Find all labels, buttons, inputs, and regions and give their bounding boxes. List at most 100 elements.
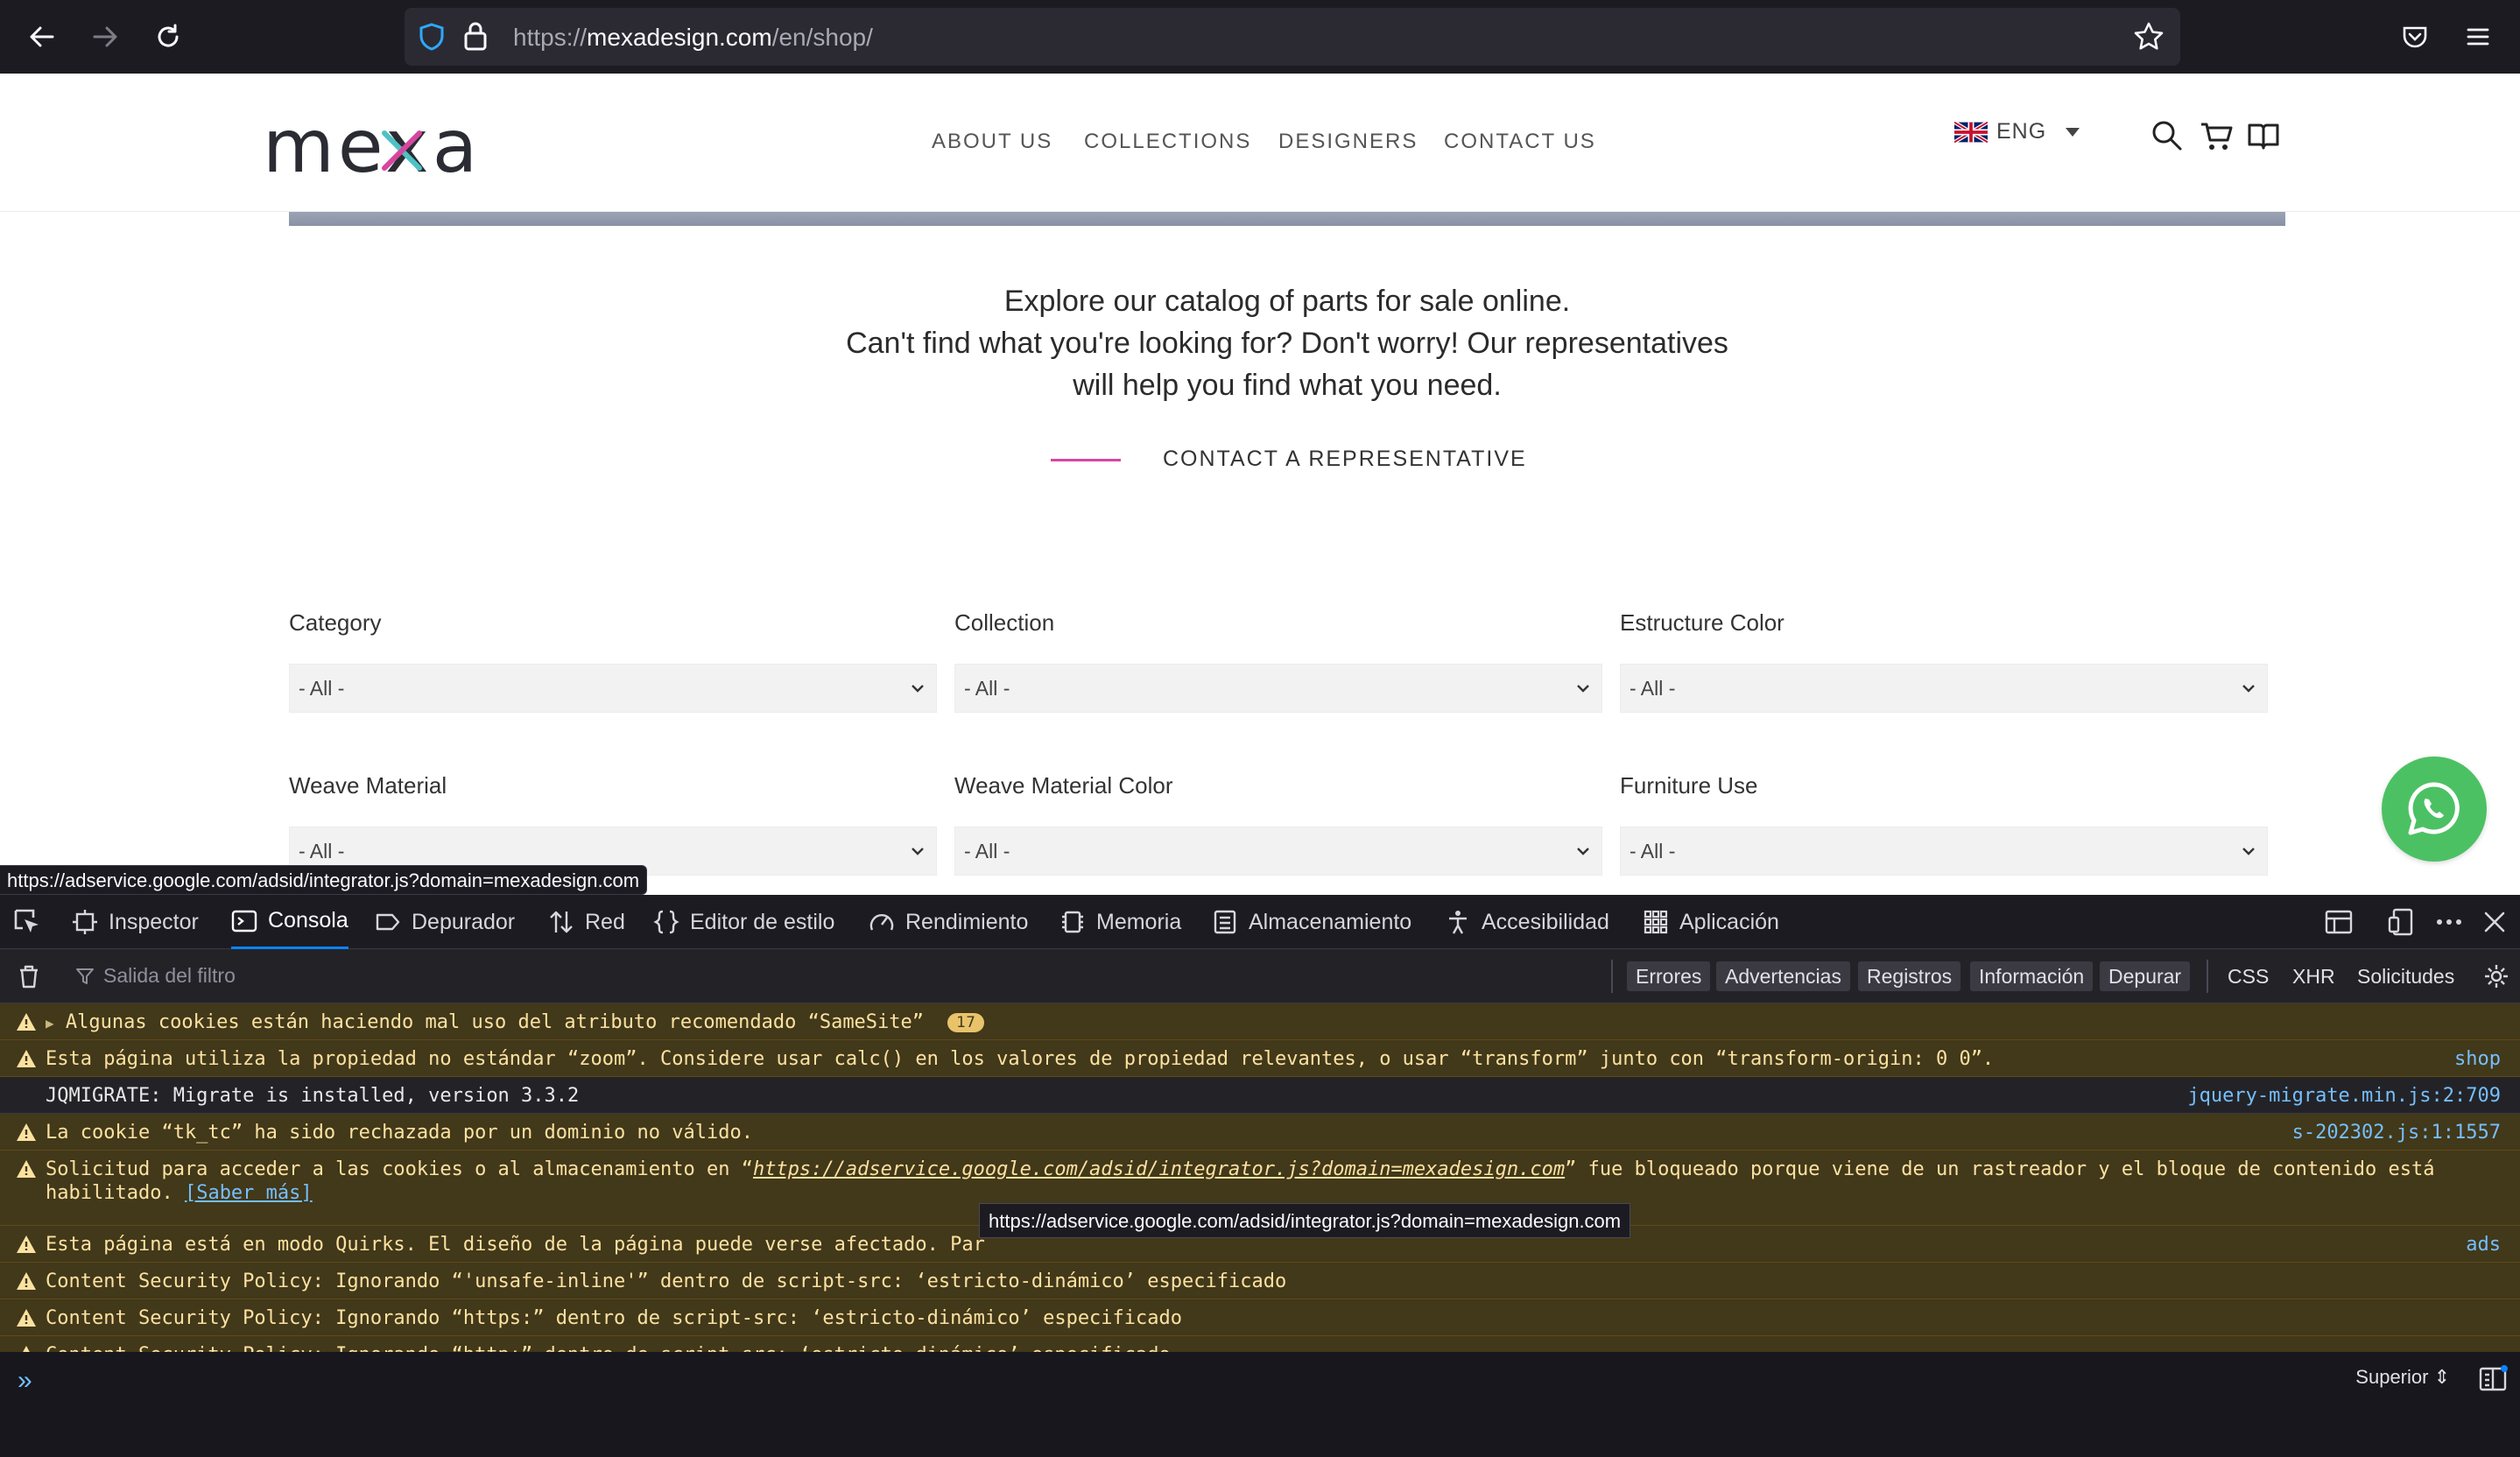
- message-text: Esta página está en modo Quirks. El dise…: [46, 1234, 985, 1256]
- contact-representative-link[interactable]: CONTACT A REPRESENTATIVE: [1163, 447, 1527, 472]
- message-content: Solicitud para acceder a las cookies o a…: [46, 1158, 753, 1180]
- search-icon[interactable]: [2150, 119, 2184, 152]
- console-message[interactable]: Esta página utiliza la propiedad no está…: [0, 1040, 2520, 1077]
- reload-icon[interactable]: [149, 18, 187, 56]
- tab-application[interactable]: Aplicación: [1643, 895, 1779, 949]
- message-text-line2: habilitado. [Saber más]: [46, 1182, 313, 1204]
- level-errors[interactable]: Errores: [1627, 961, 1711, 991]
- chevron-down-icon: [1577, 685, 1589, 693]
- message-source-link[interactable]: jquery-migrate.min.js:2:709: [2187, 1085, 2501, 1107]
- message-content: ” fue bloqueado porque viene de un rastr…: [1565, 1158, 2435, 1180]
- divider: [1611, 960, 1613, 993]
- console-message[interactable]: Content Security Policy: Ignorando “'uns…: [0, 1263, 2520, 1299]
- settings-gear-icon[interactable]: [2483, 963, 2509, 989]
- weave-material-color-select[interactable]: - All -: [954, 827, 1602, 876]
- pocket-icon[interactable]: [2396, 18, 2434, 56]
- chevron-down-icon: [912, 685, 924, 693]
- lock-icon[interactable]: [462, 20, 489, 52]
- console-message[interactable]: ▶ Algunas cookies están haciendo mal uso…: [0, 1003, 2520, 1040]
- intro-text: Explore our catalog of parts for sale on…: [613, 280, 1961, 406]
- console-message[interactable]: JQMIGRATE: Migrate is installed, version…: [0, 1077, 2520, 1114]
- menu-icon[interactable]: [2459, 18, 2497, 56]
- trash-icon[interactable]: [16, 963, 42, 989]
- warning-icon: [17, 1050, 36, 1067]
- cart-icon[interactable]: [2200, 119, 2233, 152]
- url-text[interactable]: https://mexadesign.com/en/shop/: [513, 24, 873, 52]
- performance-icon: [869, 914, 894, 931]
- tab-performance[interactable]: Rendimiento: [869, 895, 1028, 949]
- message-source-link[interactable]: shop: [2454, 1048, 2501, 1070]
- message-source-link[interactable]: s-202302.js:1:1557: [2292, 1122, 2501, 1144]
- nav-designers[interactable]: DESIGNERS: [1278, 130, 1418, 154]
- message-source-link[interactable]: ads: [2466, 1234, 2501, 1256]
- tab-network[interactable]: Red: [548, 895, 625, 949]
- chevron-down-icon: [2242, 848, 2255, 855]
- filter-label: Weave Material Color: [954, 772, 1173, 799]
- level-info[interactable]: Información: [1970, 961, 2094, 991]
- filter-xhr[interactable]: XHR: [2292, 961, 2335, 991]
- language-selector[interactable]: ENG: [1954, 119, 2081, 144]
- tab-label: Almacenamiento: [1249, 909, 1412, 934]
- console-message[interactable]: La cookie “tk_tc” ha sido rechazada por …: [0, 1114, 2520, 1151]
- back-icon[interactable]: [23, 18, 61, 56]
- filter-label: Furniture Use: [1620, 772, 1758, 799]
- console-icon: [231, 910, 257, 932]
- filter-css[interactable]: CSS: [2228, 961, 2269, 991]
- logo-x-accent-icon: [382, 130, 422, 171]
- level-logs[interactable]: Registros: [1858, 961, 1961, 991]
- tab-accessibility[interactable]: Accesibilidad: [1445, 895, 1609, 949]
- status-link-url: https://adservice.google.com/adsid/integ…: [0, 865, 648, 895]
- furniture-use-select[interactable]: - All -: [1620, 827, 2268, 876]
- console-filter-input[interactable]: Salida del filtro: [75, 964, 236, 988]
- editor-mode-icon[interactable]: [2478, 1364, 2508, 1394]
- select-value: - All -: [299, 840, 345, 862]
- forward-icon[interactable]: [86, 18, 124, 56]
- url-bar[interactable]: https://mexadesign.com/en/shop/: [405, 8, 2180, 66]
- tab-label: Memoria: [1096, 909, 1182, 934]
- console-input[interactable]: » Superior ⇕: [0, 1352, 2520, 1457]
- tab-style-editor[interactable]: Editor de estilo: [653, 895, 834, 949]
- warning-icon: [17, 1309, 36, 1327]
- message-content: habilitado.: [46, 1182, 173, 1204]
- tab-memory[interactable]: Memoria: [1059, 895, 1181, 949]
- tab-console[interactable]: Consola: [231, 895, 348, 949]
- collection-select[interactable]: - All -: [954, 664, 1602, 713]
- element-picker-icon[interactable]: [12, 907, 42, 937]
- level-warnings[interactable]: Advertencias: [1716, 961, 1850, 991]
- blocked-url-link[interactable]: https://adservice.google.com/adsid/integ…: [753, 1158, 1565, 1180]
- split-console-icon[interactable]: [2324, 907, 2354, 937]
- filter-requests[interactable]: Solicitudes: [2357, 961, 2454, 991]
- bookmark-star-icon[interactable]: [2133, 21, 2165, 53]
- nav-contact-us[interactable]: CONTACT US: [1444, 130, 1596, 154]
- warning-icon: [17, 1160, 36, 1178]
- message-text: Content Security Policy: Ignorando “'uns…: [46, 1270, 1287, 1292]
- nav-collections[interactable]: COLLECTIONS: [1084, 130, 1251, 154]
- nav-about-us[interactable]: ABOUT US: [932, 130, 1052, 154]
- tracking-protection-icon[interactable]: [417, 22, 447, 52]
- responsive-design-icon[interactable]: [2387, 907, 2417, 937]
- more-options-icon[interactable]: [2434, 907, 2464, 937]
- tab-debugger[interactable]: Depurador: [375, 895, 515, 949]
- tab-inspector[interactable]: Inspector: [72, 895, 199, 949]
- whatsapp-button[interactable]: [2382, 757, 2487, 862]
- level-debug[interactable]: Depurar: [2100, 961, 2191, 991]
- catalog-book-icon[interactable]: [2247, 119, 2280, 152]
- uk-flag-icon: [1954, 121, 1988, 143]
- site-logo[interactable]: mexa: [263, 103, 481, 189]
- structure-color-select[interactable]: - All -: [1620, 664, 2268, 713]
- context-selector[interactable]: Superior ⇕: [2355, 1366, 2450, 1389]
- close-icon[interactable]: [2480, 907, 2509, 937]
- expand-caret-icon[interactable]: ▶: [46, 1015, 54, 1031]
- console-message[interactable]: Content Security Policy: Ignorando “http…: [0, 1299, 2520, 1336]
- memory-icon: [1062, 911, 1083, 933]
- debugger-icon: [376, 913, 400, 931]
- banner-strip: [289, 212, 2285, 226]
- chevron-down-icon: [1577, 848, 1589, 855]
- tab-label: Accesibilidad: [1482, 909, 1609, 934]
- category-select[interactable]: - All -: [289, 664, 937, 713]
- message-text: Esta página utiliza la propiedad no está…: [46, 1048, 1995, 1070]
- learn-more-link[interactable]: [Saber más]: [185, 1182, 313, 1204]
- message-text: La cookie “tk_tc” ha sido rechazada por …: [46, 1122, 753, 1144]
- tab-storage[interactable]: Almacenamiento: [1212, 895, 1411, 949]
- application-icon: [1644, 910, 1668, 934]
